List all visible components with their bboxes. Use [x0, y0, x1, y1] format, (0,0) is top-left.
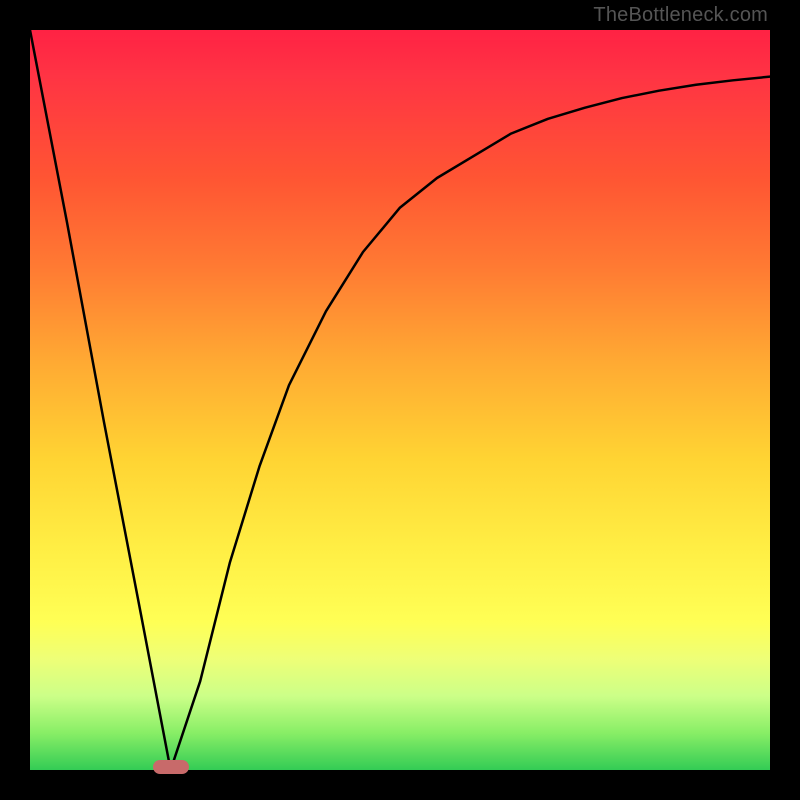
chart-container: TheBottleneck.com	[0, 0, 800, 800]
bottleneck-curve	[30, 30, 770, 770]
watermark-text: TheBottleneck.com	[593, 4, 768, 27]
optimal-point-marker	[153, 760, 189, 774]
